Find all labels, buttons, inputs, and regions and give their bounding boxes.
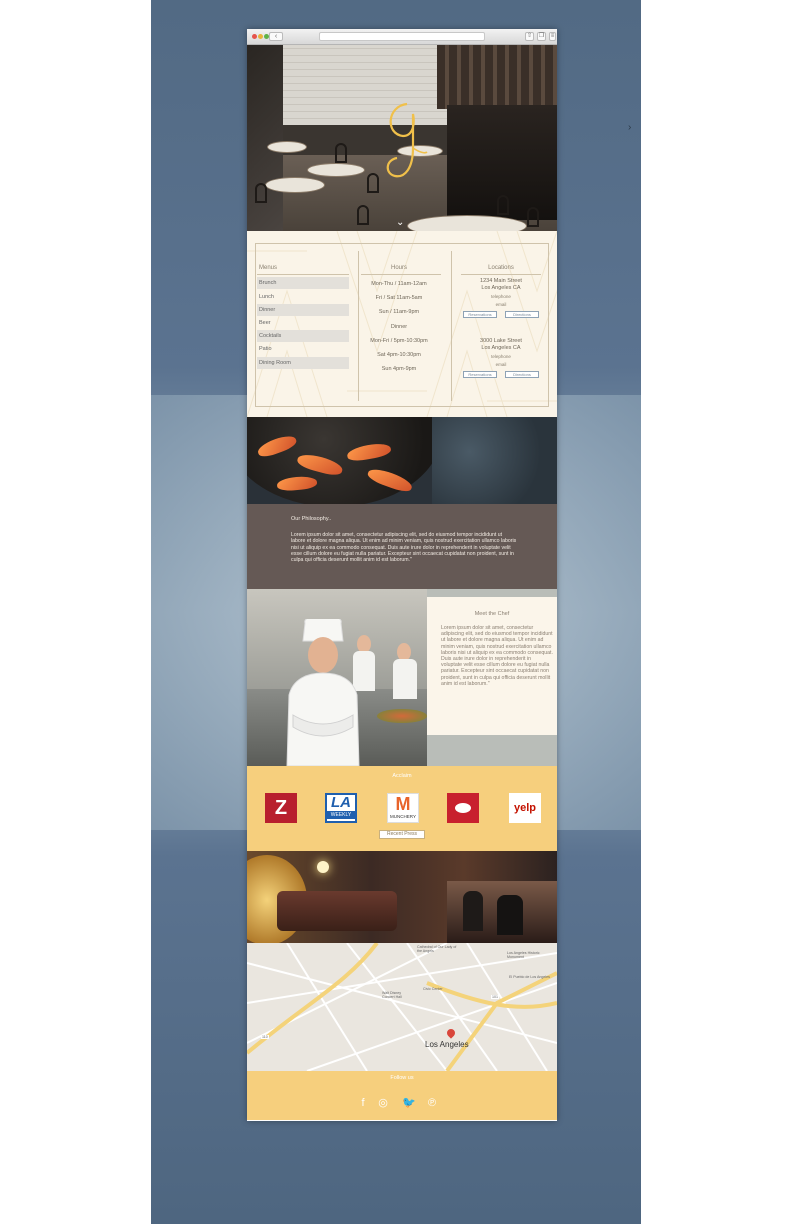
reservations-button[interactable]: Reservations bbox=[463, 371, 497, 378]
yelp-logo-text: yelp bbox=[513, 802, 536, 814]
next-arrow-icon[interactable]: › bbox=[628, 122, 631, 133]
hours-line: Dinner bbox=[390, 324, 408, 330]
recent-press-button[interactable]: Recent Press bbox=[379, 830, 425, 839]
share-icon[interactable]: ⇧ bbox=[525, 32, 534, 41]
map-label-el-pueblo: El Pueblo de Los Angeles bbox=[509, 975, 550, 979]
munchery-logo-sub: MUNCHERY bbox=[390, 814, 416, 819]
la-weekly-logo-text: LA bbox=[331, 794, 351, 811]
la-weekly-logo-sub: WEEKLY bbox=[327, 811, 355, 819]
close-window-icon[interactable] bbox=[252, 34, 257, 39]
hours-line: Sat 4pm-10:30pm bbox=[377, 352, 421, 358]
hours-line: Fri / Sat 11am-5am bbox=[375, 295, 423, 301]
reservations-button[interactable]: Reservations bbox=[463, 311, 497, 318]
twitter-icon[interactable]: 🐦 bbox=[402, 1097, 416, 1109]
menu-item-dining-room[interactable]: Dining Room bbox=[257, 357, 349, 369]
map-label-cathedral: Cathedral of Our Lady of the Angels bbox=[417, 945, 457, 953]
facebook-icon[interactable]: f bbox=[357, 1097, 369, 1109]
chef-figure bbox=[286, 619, 360, 766]
philosophy-title: Our Philosophy.. bbox=[291, 516, 332, 522]
location-city: Los Angeles CA bbox=[481, 345, 521, 351]
menu-item-lunch[interactable]: Lunch bbox=[257, 291, 349, 303]
restaurant-monogram-logo[interactable] bbox=[379, 100, 429, 180]
la-weekly-logo-icon[interactable]: LA WEEKLY bbox=[325, 793, 357, 823]
directions-button[interactable]: Directions bbox=[505, 311, 539, 318]
map-roads bbox=[247, 943, 557, 1071]
map-label-monument: Los Angeles Historic Monument bbox=[507, 951, 540, 959]
hours-title: Hours bbox=[390, 265, 407, 271]
menu-item-brunch[interactable]: Brunch bbox=[257, 277, 349, 289]
yelp-logo-icon[interactable]: yelp bbox=[509, 793, 541, 823]
hours-line: Sun 4pm-9pm bbox=[381, 366, 417, 372]
chef-card: Meet the Chef Lorem ipsum dolor sit amet… bbox=[427, 597, 557, 735]
address-bar[interactable] bbox=[319, 32, 485, 41]
map-label-civic-center: Civic Center bbox=[423, 987, 443, 991]
menu-item-cocktails[interactable]: Cocktails bbox=[257, 330, 349, 342]
directions-button[interactable]: Directions bbox=[505, 371, 539, 378]
instagram-icon[interactable]: ◎ bbox=[377, 1097, 389, 1109]
map-city-label: Los Angeles bbox=[425, 1040, 469, 1049]
location-email[interactable]: email bbox=[461, 362, 541, 367]
chevron-down-icon[interactable]: ⌄ bbox=[396, 217, 404, 228]
hero-image: ⌄ bbox=[247, 45, 557, 231]
location-telephone[interactable]: telephone bbox=[461, 354, 541, 359]
munchery-logo-icon[interactable]: M MUNCHERY bbox=[387, 793, 419, 823]
menu-item-patio[interactable]: Patio bbox=[257, 343, 349, 355]
info-section: Menus Brunch Lunch Dinner Beer Cocktails Pati… bbox=[247, 231, 557, 417]
food-image-shrimp bbox=[247, 417, 557, 504]
acclaim-section: Acclaim Z LA WEEKLY M MUNCHERY yelp Recent Pr… bbox=[247, 766, 557, 851]
footer: Follow us f ◎ 🐦 ℗ bbox=[247, 1071, 557, 1120]
location-city: Los Angeles CA bbox=[481, 285, 521, 291]
browser-toolbar: ‹ ⇧ ❐ ≡ bbox=[247, 29, 557, 45]
location-street: 1234 Main Street bbox=[480, 278, 522, 284]
location-street: 3000 Lake Street bbox=[480, 338, 522, 344]
chef-title: Meet the Chef bbox=[474, 611, 510, 617]
hours-line: Mon-Thu / 11am-12am bbox=[371, 281, 427, 287]
zagat-logo-text: Z bbox=[274, 797, 288, 819]
restaurant-page: ⌄ Menus Brunch Lunch Dinner Beer Cocktails Pa… bbox=[247, 45, 557, 1120]
menu-item-beer[interactable]: Beer bbox=[257, 317, 349, 329]
tabs-icon[interactable]: ❐ bbox=[537, 32, 546, 41]
location-telephone[interactable]: telephone bbox=[461, 294, 541, 299]
munchery-logo-text: M bbox=[395, 794, 411, 814]
menus-title: Menus bbox=[259, 265, 278, 271]
dining-room-image bbox=[247, 851, 557, 943]
follow-us-label: Follow us bbox=[390, 1075, 414, 1081]
chef-text: Lorem ipsum dolor sit amet, consectetur … bbox=[441, 625, 553, 687]
map-label-concert-hall: Walt Disney Concert Hall bbox=[382, 991, 402, 999]
sidebar-toggle-icon[interactable]: ≡ bbox=[549, 32, 556, 41]
minimize-window-icon[interactable] bbox=[258, 34, 263, 39]
zagat-logo-icon[interactable]: Z bbox=[265, 793, 297, 823]
location-map[interactable]: Cathedral of Our Lady of the Angels Walt… bbox=[247, 943, 557, 1071]
eater-logo-icon[interactable] bbox=[447, 793, 479, 823]
eater-logo-mark bbox=[455, 803, 471, 813]
locations-title: Locations bbox=[488, 265, 514, 271]
map-label-110: 110 bbox=[261, 1035, 269, 1039]
map-label-101: 101 bbox=[491, 995, 499, 999]
browser-window: ‹ ⇧ ❐ ≡ ⌄ Menus Brunch Lunch Dinner Beer… bbox=[247, 29, 557, 1121]
pinterest-icon[interactable]: ℗ bbox=[426, 1097, 438, 1109]
acclaim-title: Acclaim bbox=[392, 773, 412, 779]
philosophy-text: Lorem ipsum dolor sit amet, consectetur … bbox=[291, 532, 517, 564]
menu-item-dinner[interactable]: Dinner bbox=[257, 304, 349, 316]
location-email[interactable]: email bbox=[461, 302, 541, 307]
back-button[interactable]: ‹ bbox=[269, 32, 283, 41]
philosophy-section: Our Philosophy.. Lorem ipsum dolor sit a… bbox=[247, 504, 557, 589]
chef-section: Meet the Chef Lorem ipsum dolor sit amet… bbox=[247, 589, 557, 766]
hours-line: Mon-Fri / 5pm-10:30pm bbox=[370, 338, 428, 344]
hours-line: Sun / 11am-9pm bbox=[378, 309, 420, 315]
